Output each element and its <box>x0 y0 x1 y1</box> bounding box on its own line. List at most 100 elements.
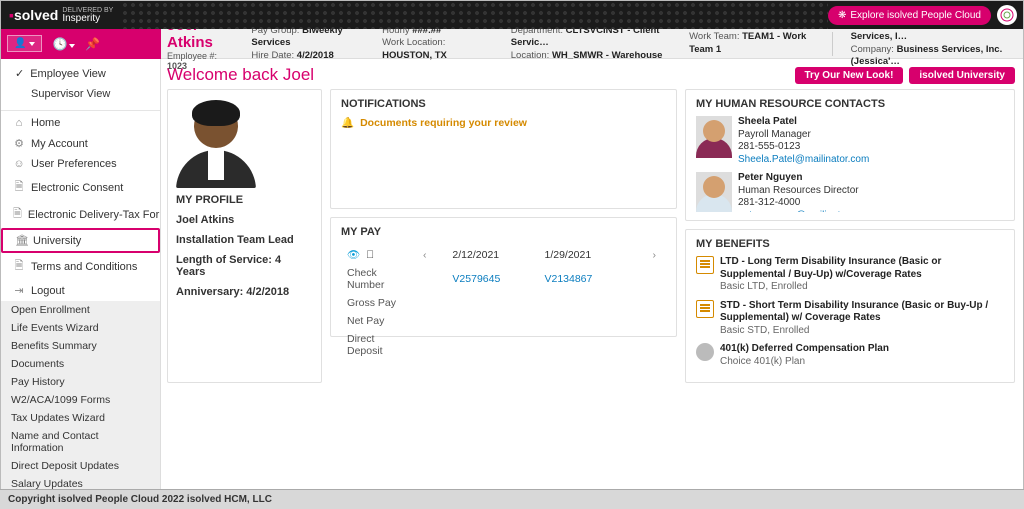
bell-icon: 🔔 <box>341 116 354 129</box>
doc-icon: 🗎 <box>13 257 25 276</box>
contact-email[interactable]: Sheela.Patel@mailinator.com <box>738 154 869 167</box>
contact-row: Sheela Patel Payroll Manager 281-555-012… <box>696 116 1004 166</box>
label-check-number: Check Number <box>343 265 413 293</box>
check-link-0[interactable]: V2579645 <box>448 265 538 293</box>
contact-avatar <box>696 172 732 212</box>
user-menu-button[interactable]: 👤 <box>7 35 42 52</box>
hr-contacts-panel: MY HUMAN RESOURCE CONTACTS Sheela Patel … <box>685 89 1015 221</box>
sub-life-events[interactable]: Life Events Wizard <box>1 319 160 337</box>
footer-copyright: Copyright isolved People Cloud 2022 isol… <box>8 494 272 505</box>
user-icon: ☺ <box>13 158 25 170</box>
welcome-heading: Welcome back Joel <box>167 65 314 85</box>
isolved-university-button[interactable]: isolved University <box>909 67 1015 84</box>
contact-title: Payroll Manager <box>738 129 869 142</box>
benefit-item[interactable]: STD - Short Term Disability Insurance (B… <box>696 300 1004 338</box>
delivered-by: DELIVERED BY Insperity <box>62 7 113 24</box>
avatar <box>176 98 256 188</box>
employee-view-link[interactable]: ✓Employee View <box>1 63 160 84</box>
benefit-icon <box>696 300 714 318</box>
notifications-heading: NOTIFICATIONS <box>341 98 666 110</box>
label-direct-deposit: Direct Deposit <box>343 331 413 359</box>
my-pay-panel: MY PAY 👁 ⃠ ‹ 2/12/2021 1/29/2021 › <box>330 217 677 337</box>
nav-my-account[interactable]: ⚙My Account <box>1 133 160 154</box>
nav-electronic-delivery-tax-forms[interactable]: 🗎Electronic Delivery-Tax Forms <box>1 201 160 228</box>
benefit-item[interactable]: LTD - Long Term Disability Insurance (Ba… <box>696 256 1004 294</box>
benefit-item[interactable]: 401(k) Deferred Compensation PlanChoice … <box>696 343 1004 368</box>
brand-pattern <box>121 1 828 29</box>
nav-logout[interactable]: ⇥Logout <box>1 280 160 301</box>
hr-contacts-heading: MY HUMAN RESOURCE CONTACTS <box>696 98 1004 110</box>
bulb-icon: ❋ <box>838 10 846 21</box>
benefit-icon <box>696 343 714 361</box>
check-icon: ✓ <box>15 67 24 80</box>
main-content: Welcome back Joel Try Our New Look! isol… <box>161 59 1023 490</box>
footer: Copyright isolved People Cloud 2022 isol… <box>0 489 1024 509</box>
people-cloud-icon[interactable] <box>997 5 1017 25</box>
my-pay-heading: MY PAY <box>341 226 666 238</box>
nav-electronic-consent[interactable]: 🗎Electronic Consent <box>1 174 160 201</box>
contact-avatar <box>696 116 732 158</box>
pay-date-0: 2/12/2021 <box>448 246 538 263</box>
explore-label: Explore isolved People Cloud <box>850 10 981 21</box>
logo-mark: ▪solved <box>9 7 58 23</box>
contact-phone: 281-555-0123 <box>738 141 869 154</box>
explore-button[interactable]: ❋ Explore isolved People Cloud <box>828 6 991 25</box>
employee-header: 👤 🕓 📌 Joel Atkins Employee #: 1023 Pay G… <box>1 29 1023 59</box>
gear-icon: ⚙ <box>13 137 25 150</box>
sub-benefits-summary[interactable]: Benefits Summary <box>1 337 160 355</box>
delivered-by-company: Insperity <box>62 14 113 24</box>
sub-pay-history[interactable]: Pay History <box>1 373 160 391</box>
sub-open-enrollment[interactable]: Open Enrollment <box>1 301 160 319</box>
contact-name: Peter Nguyen <box>738 172 870 185</box>
profile-name: Joel Atkins <box>176 214 313 226</box>
label-net-pay: Net Pay <box>343 313 413 329</box>
doc-icon: 🗎 <box>13 178 25 197</box>
nav-user-preferences[interactable]: ☺User Preferences <box>1 154 160 174</box>
sub-w2-forms[interactable]: W2/ACA/1099 Forms <box>1 391 160 409</box>
notification-item[interactable]: 🔔 Documents requiring your review <box>341 116 666 129</box>
profile-length-of-service: Length of Service: 4 Years <box>176 254 313 278</box>
university-icon: 🏛 <box>15 234 27 247</box>
benefits-panel: MY BENEFITS LTD - Long Term Disability I… <box>685 229 1015 383</box>
check-link-1[interactable]: V2134867 <box>540 265 630 293</box>
brand-bar: ▪solved DELIVERED BY Insperity ❋ Explore… <box>1 1 1023 29</box>
logout-icon: ⇥ <box>13 284 25 297</box>
sub-documents[interactable]: Documents <box>1 355 160 373</box>
user-icon: 👤 <box>14 38 26 49</box>
profile-heading: MY PROFILE <box>176 194 313 206</box>
try-new-look-button[interactable]: Try Our New Look! <box>795 67 904 84</box>
profile-anniversary: Anniversary: 4/2/2018 <box>176 286 313 298</box>
nav-terms[interactable]: 🗎Terms and Conditions <box>1 253 160 280</box>
logo: ▪solved DELIVERED BY Insperity <box>1 1 121 29</box>
home-icon: ⌂ <box>13 117 25 129</box>
label-gross-pay: Gross Pay <box>343 295 413 311</box>
notifications-panel: NOTIFICATIONS 🔔 Documents requiring your… <box>330 89 677 209</box>
next-period-button[interactable]: › <box>649 249 661 261</box>
contact-name: Sheela Patel <box>738 116 869 129</box>
pin-button[interactable]: 📌 <box>85 37 100 51</box>
history-button[interactable]: 🕓 <box>52 37 75 51</box>
nav-university[interactable]: 🏛University ⬅ <box>1 228 160 253</box>
sub-direct-deposit[interactable]: Direct Deposit Updates <box>1 457 160 475</box>
benefit-icon <box>696 256 714 274</box>
pay-date-1: 1/29/2021 <box>540 246 630 263</box>
doc-icon: 🗎 <box>13 205 22 224</box>
contact-email[interactable]: peter.nguyen@mailinator.com <box>738 210 870 213</box>
supervisor-view-link[interactable]: Supervisor View <box>1 84 160 104</box>
sub-tax-updates[interactable]: Tax Updates Wizard <box>1 409 160 427</box>
sub-name-contact[interactable]: Name and Contact Information <box>1 427 160 457</box>
hr-contacts-scroll[interactable]: Sheela Patel Payroll Manager 281-555-012… <box>696 116 1004 212</box>
prev-period-button[interactable]: ‹ <box>419 249 431 261</box>
nav-home[interactable]: ⌂Home <box>1 113 160 133</box>
contact-title: Human Resources Director <box>738 185 870 198</box>
sidebar: ✓Employee View Supervisor View ⌂Home ⚙My… <box>1 59 161 490</box>
caret-down-icon <box>69 44 75 48</box>
sub-salary-updates[interactable]: Salary Updates <box>1 475 160 490</box>
contact-phone: 281-312-4000 <box>738 197 870 210</box>
profile-title: Installation Team Lead <box>176 234 313 246</box>
profile-card: MY PROFILE Joel Atkins Installation Team… <box>167 89 322 383</box>
eye-show-icon[interactable]: 👁 <box>347 249 360 261</box>
benefits-heading: MY BENEFITS <box>696 238 1004 250</box>
contact-row: Peter Nguyen Human Resources Director 28… <box>696 172 1004 212</box>
caret-down-icon <box>29 42 35 46</box>
